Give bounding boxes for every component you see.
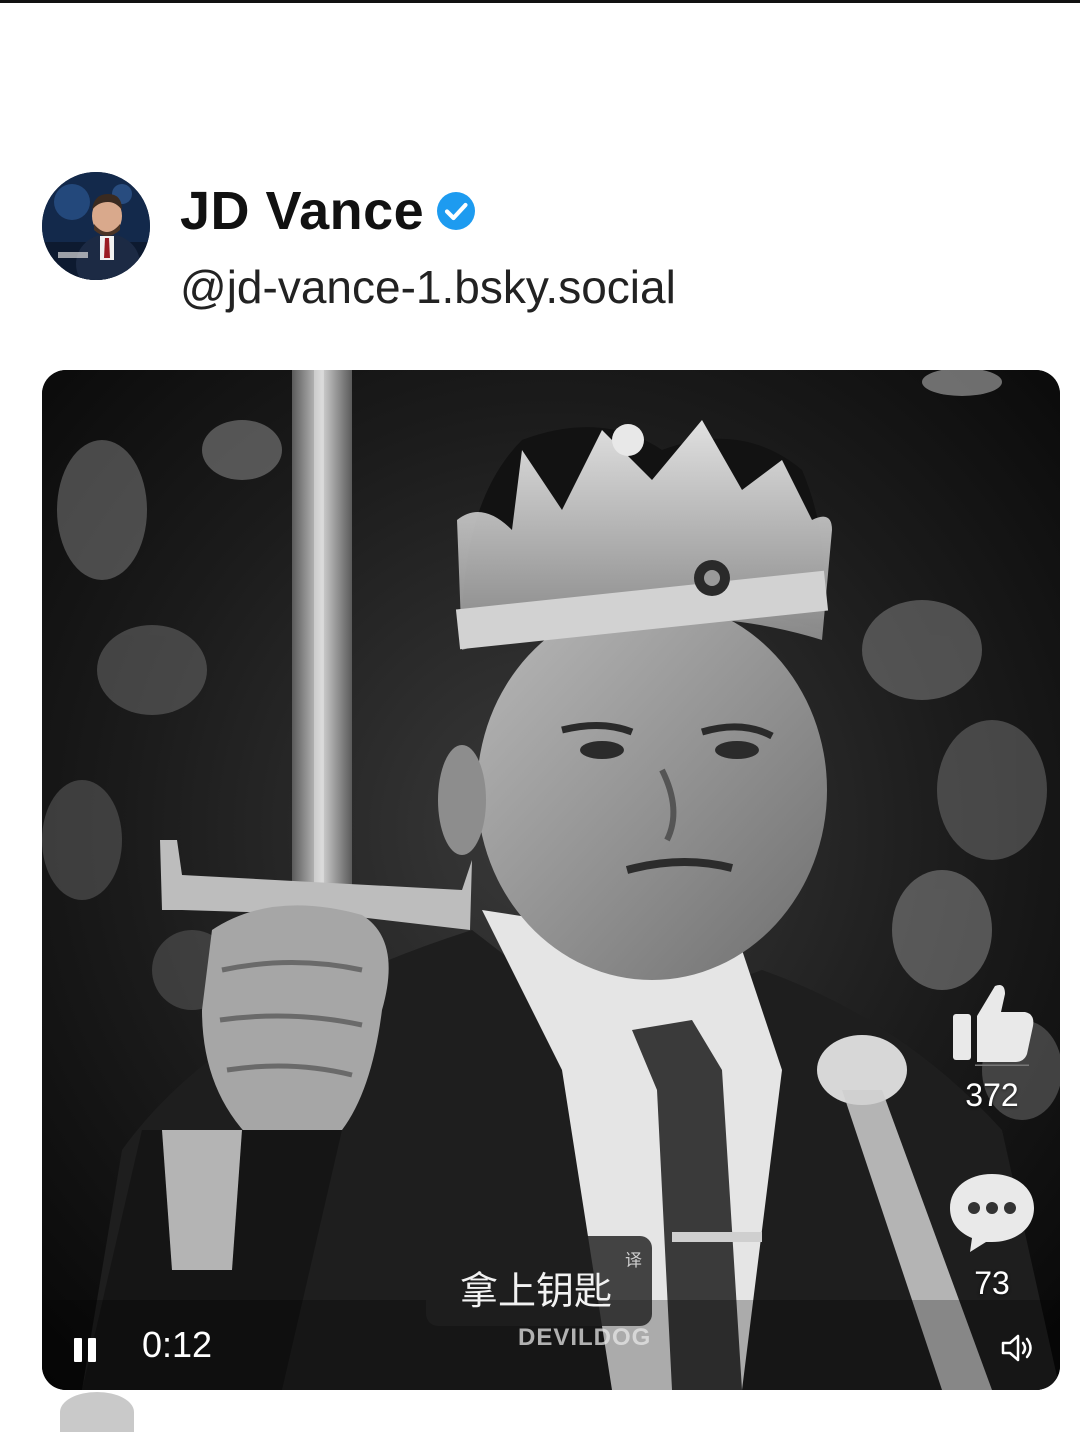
avatar[interactable] [42, 172, 150, 280]
name-row: JD Vance [180, 180, 476, 242]
thumbs-up-icon[interactable] [947, 980, 1037, 1068]
caption-text: 拿上钥匙 [460, 1269, 613, 1313]
author-handle[interactable]: @jd-vance-1.bsky.social [180, 260, 676, 314]
comment-count: 73 [974, 1265, 1010, 1301]
post-header: JD Vance @jd-vance-1.bsky.social [42, 172, 1042, 322]
video-watermark: DEVILDOG [518, 1324, 652, 1351]
display-name[interactable]: JD Vance [180, 180, 424, 242]
translation-badge[interactable]: 译 [625, 1246, 642, 1271]
like-action[interactable]: 372 [942, 980, 1042, 1114]
video-player[interactable]: 372 73 拿上钥匙 译 DEVILDOG 0:12 [42, 370, 1060, 1390]
caption-overlay: 拿上钥匙 译 [426, 1236, 652, 1326]
like-count: 372 [965, 1077, 1019, 1113]
volume-icon[interactable] [1000, 1332, 1036, 1364]
verified-check-icon [437, 192, 476, 230]
comment-action[interactable]: 73 [942, 1168, 1042, 1302]
comment-bubble-icon[interactable] [944, 1168, 1040, 1254]
pause-icon[interactable] [70, 1336, 100, 1366]
top-divider [0, 0, 1080, 3]
elapsed-time: 0:12 [142, 1324, 213, 1365]
next-post-avatar[interactable] [60, 1392, 134, 1432]
